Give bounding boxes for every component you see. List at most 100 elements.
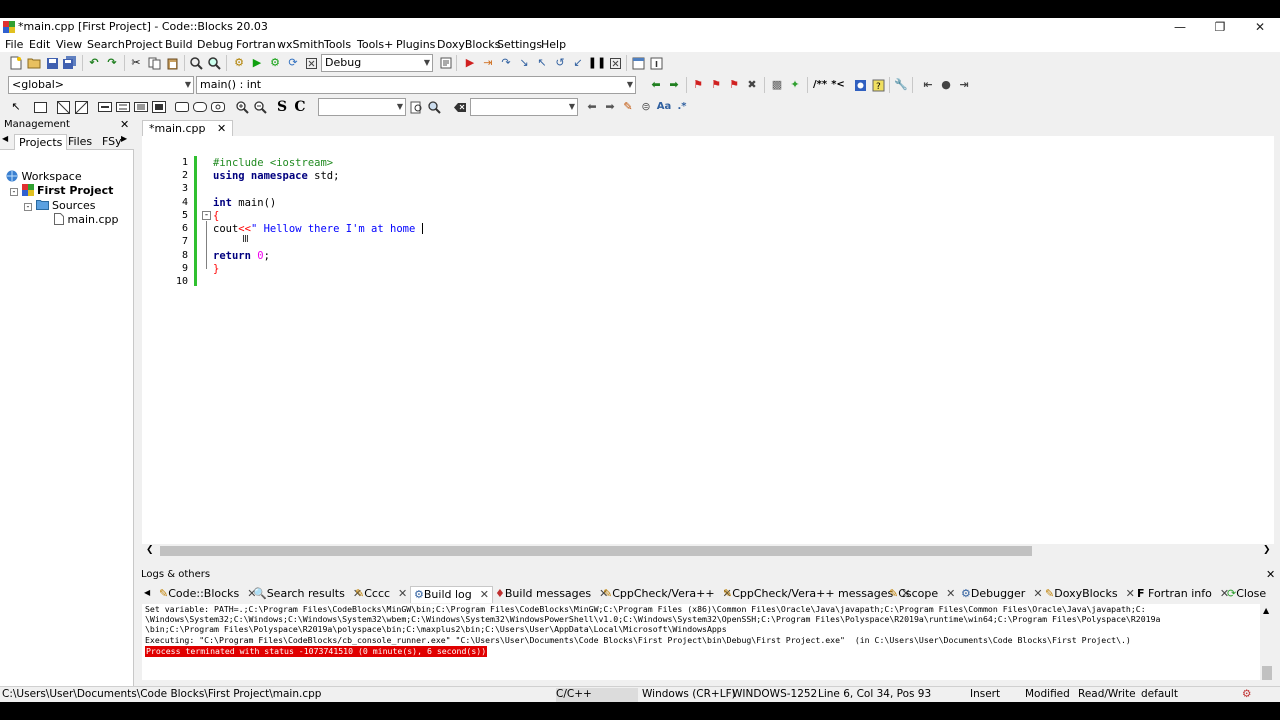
fold-toggle-icon[interactable]: - — [202, 211, 211, 220]
save-icon[interactable] — [44, 55, 60, 71]
close-icon[interactable]: ✕ — [120, 118, 129, 131]
rebuild-icon[interactable]: ⟳ — [285, 55, 301, 71]
tab-search-results[interactable]: 🔍Search results ✕ — [250, 586, 365, 603]
bookmark-toggle-icon[interactable]: ⚑ — [690, 77, 706, 93]
box-sizer-icon[interactable] — [115, 99, 131, 115]
regex-icon[interactable]: .* — [674, 99, 690, 115]
menu-settings[interactable]: Settings — [497, 38, 542, 51]
menu-fortran[interactable]: Fortran — [236, 38, 276, 51]
abort-icon[interactable] — [303, 55, 319, 71]
scroll-left-icon[interactable]: ❮ — [146, 545, 154, 555]
bitmap-button-icon[interactable] — [210, 99, 226, 115]
tab-cppcheck-messages[interactable]: ✎CppCheck/Vera++ messages ✕ — [720, 586, 913, 603]
debug-start-icon[interactable]: ▶ — [462, 55, 478, 71]
record-icon[interactable]: ● — [938, 77, 954, 93]
menu-edit[interactable]: Edit — [29, 38, 50, 51]
button-widget-icon[interactable] — [174, 99, 190, 115]
build-and-run-icon[interactable]: ⚙ — [267, 55, 283, 71]
run-to-cursor-icon[interactable]: ⇥ — [480, 55, 496, 71]
minimize-button[interactable]: — — [1160, 18, 1200, 36]
wx-c-button[interactable]: C — [292, 99, 308, 115]
panel-icon[interactable] — [73, 99, 89, 115]
editor-horizontal-scrollbar[interactable]: ❮ ❯ — [142, 544, 1274, 558]
zoom-out-icon[interactable] — [252, 99, 268, 115]
tab-closed-files[interactable]: ⟳Close — [1224, 586, 1280, 603]
tab-cscope[interactable]: ✎Cscope ✕ — [886, 586, 958, 603]
dialog-icon[interactable] — [55, 99, 71, 115]
scrollbar-thumb[interactable] — [160, 546, 1032, 556]
jump-back-icon[interactable]: ⬅ — [648, 77, 664, 93]
tree-workspace[interactable]: Workspace — [6, 170, 82, 184]
tree-project[interactable]: - First Project — [10, 184, 113, 198]
tree-file-main-cpp[interactable]: main.cpp — [54, 213, 119, 227]
doxywizard-icon[interactable] — [852, 77, 868, 93]
cut-icon[interactable]: ✂ — [128, 55, 144, 71]
highlight-icon[interactable]: ✎ — [620, 99, 636, 115]
function-select[interactable]: main() : int ▼ — [196, 76, 636, 94]
build-target-select[interactable]: Debug ▼ — [321, 54, 433, 72]
redo-icon[interactable]: ↷ — [104, 55, 120, 71]
close-tab-icon[interactable]: ✕ — [398, 587, 407, 600]
scroll-right-icon[interactable]: ❯ — [1263, 545, 1271, 555]
step-into-instruction-icon[interactable]: ↙ — [570, 55, 586, 71]
next-location-icon[interactable]: ⇥ — [956, 77, 972, 93]
menu-tools[interactable]: Tools — [324, 38, 351, 51]
debug-windows-icon[interactable] — [630, 55, 646, 71]
scrollbar-thumb[interactable] — [1262, 666, 1272, 680]
plugin-icon[interactable]: ✦ — [787, 77, 803, 93]
tab-projects[interactable]: Projects — [14, 134, 68, 150]
build-log-output[interactable]: Set variable: PATH=.;C:\Program Files\Co… — [142, 604, 1274, 680]
help-icon[interactable]: ? — [870, 77, 886, 93]
collapse-icon[interactable]: - — [10, 188, 18, 196]
menu-project[interactable]: Project — [125, 38, 163, 51]
menu-plugins[interactable]: Plugins — [396, 38, 435, 51]
tree-sources[interactable]: - Sources — [24, 199, 96, 213]
zoom-in-icon[interactable] — [234, 99, 250, 115]
prev-location-icon[interactable]: ⇤ — [920, 77, 936, 93]
wx-s-button[interactable]: S — [274, 99, 290, 115]
menu-wxsmith[interactable]: wxSmith — [277, 38, 325, 51]
tab-fortran-info[interactable]: F Fortran info ✕ — [1134, 586, 1232, 603]
show-target-icon[interactable] — [438, 55, 454, 71]
close-tab-icon[interactable]: ✕ — [946, 587, 955, 600]
tab-scroll-left-icon[interactable]: ◀ — [2, 134, 8, 143]
pause-icon[interactable]: ❚❚ — [588, 55, 606, 71]
tab-codeblocks-log[interactable]: ✎Code::Blocks ✕ — [156, 586, 260, 603]
menu-doxyblocks[interactable]: DoxyBlocks — [437, 38, 500, 51]
search-prev-icon[interactable]: ⬅ — [584, 99, 600, 115]
scope-select[interactable]: <global> ▼ — [8, 76, 194, 94]
menu-debug[interactable]: Debug — [197, 38, 233, 51]
log-vertical-scrollbar[interactable]: ▲ — [1260, 604, 1274, 680]
comment-block-icon[interactable]: /** — [812, 77, 828, 93]
restore-button[interactable]: ❐ — [1200, 18, 1240, 36]
selection-scope-icon[interactable]: ⊜ — [638, 99, 654, 115]
open-folder-icon[interactable] — [26, 55, 42, 71]
find-icon[interactable] — [188, 55, 204, 71]
close-icon[interactable]: ✕ — [1266, 568, 1275, 581]
tab-build-messages[interactable]: ♦Build messages ✕ — [492, 586, 611, 603]
scroll-up-icon[interactable]: ▲ — [1263, 606, 1269, 615]
menu-build[interactable]: Build — [165, 38, 193, 51]
flex-sizer-icon[interactable] — [151, 99, 167, 115]
tab-cppcheck[interactable]: ✎CppCheck/Vera++ ✕ — [600, 586, 735, 603]
search-text-select[interactable]: ▼ — [470, 98, 578, 116]
step-out-icon[interactable]: ↖ — [534, 55, 550, 71]
sizer-icon[interactable] — [97, 99, 113, 115]
step-into-icon[interactable]: ↘ — [516, 55, 532, 71]
toggle-widget-icon[interactable] — [192, 99, 208, 115]
new-file-icon[interactable] — [8, 55, 24, 71]
tab-build-log[interactable]: ⚙Build log ✕ — [410, 586, 493, 603]
tab-debugger[interactable]: ⚙Debugger ✕ — [958, 586, 1046, 603]
collapse-icon[interactable]: - — [24, 203, 32, 211]
grid-sizer-icon[interactable] — [133, 99, 149, 115]
save-all-icon[interactable] — [62, 55, 78, 71]
code-editor[interactable]: 1 2 3 4 5 6 7 8 9 10 - #include <iostrea… — [142, 136, 1274, 544]
frame-icon[interactable] — [32, 99, 48, 115]
bookmark-next-icon[interactable]: ⚑ — [726, 77, 742, 93]
clear-search-icon[interactable] — [452, 99, 468, 115]
tab-main-cpp[interactable]: *main.cpp ✕ — [142, 120, 234, 136]
close-tab-icon[interactable]: ✕ — [217, 122, 226, 135]
menu-search[interactable]: Search — [87, 38, 125, 51]
stop-debugger-icon[interactable] — [607, 55, 623, 71]
preferences-wrench-icon[interactable]: 🔧 — [893, 77, 909, 93]
